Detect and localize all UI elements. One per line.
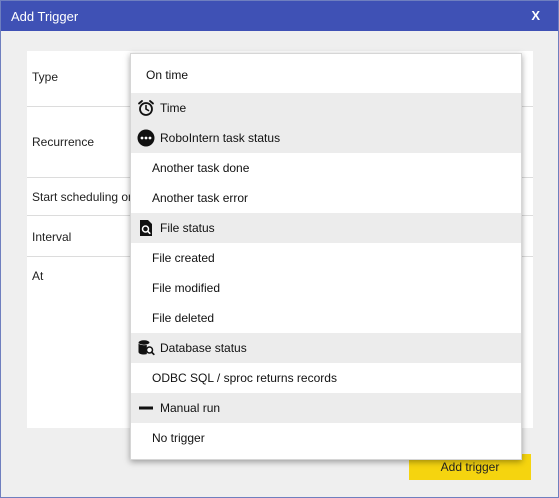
option-label: File created: [152, 251, 215, 265]
dropdown-group-robointern-task-status[interactable]: RoboIntern task status: [131, 123, 521, 153]
minus-icon: [137, 399, 155, 417]
group-label: File status: [160, 221, 215, 235]
trigger-type-dropdown[interactable]: On time Time RoboIntern task status Anot…: [130, 53, 522, 460]
interval-label: Interval: [32, 230, 72, 244]
at-label: At: [32, 269, 44, 283]
dropdown-option-no-trigger[interactable]: No trigger: [131, 423, 521, 453]
file-search-icon: [137, 219, 155, 237]
dropdown-option-odbc-sql[interactable]: ODBC SQL / sproc returns records: [131, 363, 521, 393]
option-label: Another task done: [152, 161, 250, 175]
close-button[interactable]: X: [531, 8, 540, 23]
option-label: Another task error: [152, 191, 249, 205]
dropdown-option-another-task-error[interactable]: Another task error: [131, 183, 521, 213]
dropdown-option-file-modified[interactable]: File modified: [131, 273, 521, 303]
dropdown-group-time[interactable]: Time: [131, 93, 521, 123]
dropdown-option-another-task-done[interactable]: Another task done: [131, 153, 521, 183]
recurrence-label: Recurrence: [32, 135, 95, 149]
alarm-clock-icon: [137, 99, 155, 117]
group-label: RoboIntern task status: [160, 131, 281, 145]
option-label: File modified: [152, 281, 221, 295]
group-label: Manual run: [160, 401, 221, 415]
start-scheduling-label: Start scheduling on: [32, 190, 135, 204]
dropdown-option-file-created[interactable]: File created: [131, 243, 521, 273]
dropdown-option-file-deleted[interactable]: File deleted: [131, 303, 521, 333]
dialog-title: Add Trigger: [11, 9, 79, 24]
option-label: File deleted: [152, 311, 215, 325]
group-label: Database status: [160, 341, 247, 355]
more-dots-icon: [137, 129, 155, 147]
dropdown-option-on-time[interactable]: On time: [131, 60, 521, 90]
dropdown-group-database-status[interactable]: Database status: [131, 333, 521, 363]
group-label: Time: [160, 101, 187, 115]
title-bar: Add Trigger X: [1, 1, 558, 31]
option-label: On time: [146, 68, 189, 82]
option-label: No trigger: [152, 431, 205, 445]
dropdown-group-file-status[interactable]: File status: [131, 213, 521, 243]
dropdown-group-manual-run[interactable]: Manual run: [131, 393, 521, 423]
database-search-icon: [137, 339, 155, 357]
type-label: Type: [32, 70, 59, 84]
option-label: ODBC SQL / sproc returns records: [152, 371, 337, 385]
